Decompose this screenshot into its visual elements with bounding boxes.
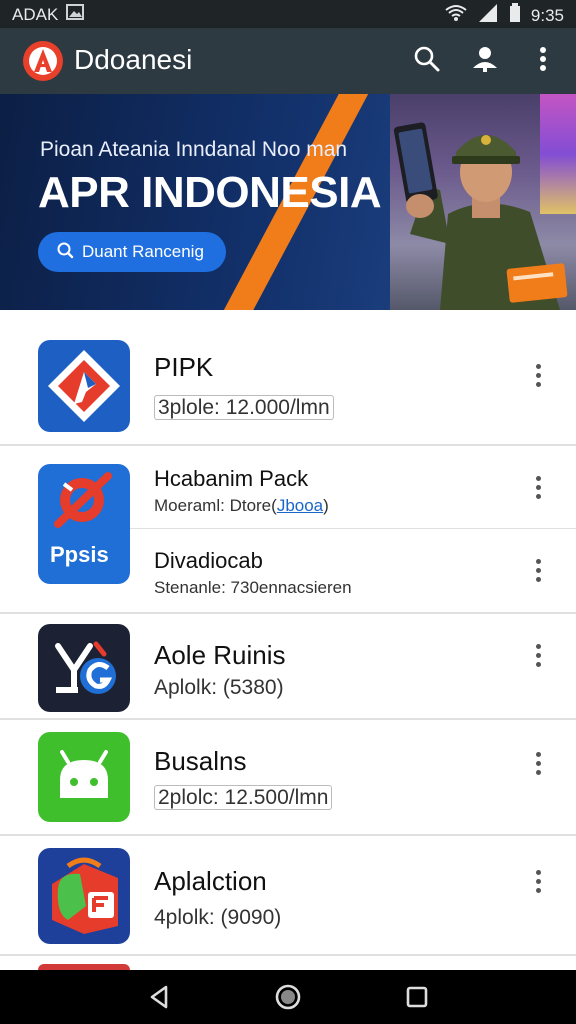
- app-icon-label: Ppsis: [50, 542, 109, 567]
- app-meta-text: 2plolc: 12.500/lmn: [154, 785, 333, 810]
- battery-icon: [509, 3, 521, 28]
- home-icon: [273, 984, 303, 1016]
- wifi-icon: [445, 4, 467, 27]
- signal-icon: [477, 3, 499, 28]
- app-name[interactable]: Hcabanim Pack: [154, 466, 308, 492]
- app-icon-pipk[interactable]: [38, 340, 130, 432]
- app-icon-aplalction[interactable]: [38, 848, 130, 944]
- list-divider: [0, 718, 576, 720]
- app-meta-text: 4plolk: (9090): [154, 906, 282, 929]
- overflow-menu-button[interactable]: [524, 42, 562, 80]
- app-meta-text: Aplolk: (5380): [154, 676, 284, 699]
- profile-button[interactable]: [466, 42, 504, 80]
- app-name[interactable]: Divadiocab: [154, 548, 263, 574]
- app-name[interactable]: Aole Ruinis: [154, 640, 286, 671]
- promo-banner[interactable]: Pioan Ateania Inndanal Noo man APR INDON…: [0, 94, 576, 310]
- status-time: 9:35: [530, 5, 564, 25]
- banner-cta-label: Duant Rancenig: [82, 242, 204, 261]
- more-vert-icon: [539, 46, 547, 77]
- app-meta-suffix: ): [323, 496, 329, 515]
- search-button[interactable]: [408, 42, 446, 80]
- item-more-button[interactable]: [526, 472, 550, 502]
- app-meta-link[interactable]: Jbooa: [277, 496, 323, 515]
- recents-icon: [402, 986, 432, 1016]
- app-name[interactable]: Busalns: [154, 746, 247, 777]
- profile-icon: [470, 44, 500, 79]
- search-icon: [413, 45, 441, 78]
- banner-cta-button[interactable]: Duant Rancenig: [38, 232, 226, 272]
- app-logo-icon: [22, 40, 64, 82]
- gallery-icon: [66, 4, 85, 25]
- app-title: Ddoanesi: [74, 44, 193, 75]
- app-meta-text: Stenanle: 730ennacsieren: [154, 578, 352, 597]
- status-bar: ADAK 9:35: [0, 0, 576, 28]
- system-nav-bar: [0, 970, 576, 1024]
- app-meta-prefix: Moeraml: Dtore(: [154, 496, 277, 515]
- list-divider: [0, 444, 576, 446]
- app-name[interactable]: PIPK: [154, 352, 213, 383]
- list-divider: [130, 528, 576, 529]
- app-meta: 2plolc: 12.500/lmn: [154, 785, 333, 810]
- back-icon: [144, 985, 174, 1016]
- list-divider: [0, 612, 576, 614]
- app-bar: Ddoanesi: [0, 28, 576, 94]
- app-name[interactable]: Aplalction: [154, 866, 267, 897]
- list-divider: [0, 954, 576, 956]
- item-more-button[interactable]: [526, 360, 550, 390]
- recents-button[interactable]: [402, 982, 432, 1012]
- status-left-text: ADAK: [12, 4, 59, 24]
- item-more-button[interactable]: [526, 748, 550, 778]
- banner-headline: APR INDONESIA: [38, 168, 382, 217]
- app-meta: 3plole: 12.000/lmn: [154, 395, 334, 420]
- list-divider: [0, 834, 576, 836]
- item-more-button[interactable]: [526, 866, 550, 896]
- home-button[interactable]: [273, 982, 303, 1012]
- app-icon-aole[interactable]: [38, 624, 130, 712]
- search-icon: [56, 241, 74, 264]
- banner-subtitle: Pioan Ateania Inndanal Noo man: [40, 138, 348, 161]
- banner-neon-lights: [540, 94, 576, 214]
- app-icon-busalns[interactable]: [38, 732, 130, 822]
- item-more-button[interactable]: [526, 640, 550, 670]
- item-more-button[interactable]: [526, 555, 550, 585]
- back-button[interactable]: [144, 982, 174, 1012]
- app-meta: Moeraml: Dtore(Jbooa): [154, 496, 329, 516]
- app-meta-text: 3plole: 12.000/lmn: [154, 395, 334, 420]
- app-icon-ppsis[interactable]: Ppsis: [38, 464, 130, 584]
